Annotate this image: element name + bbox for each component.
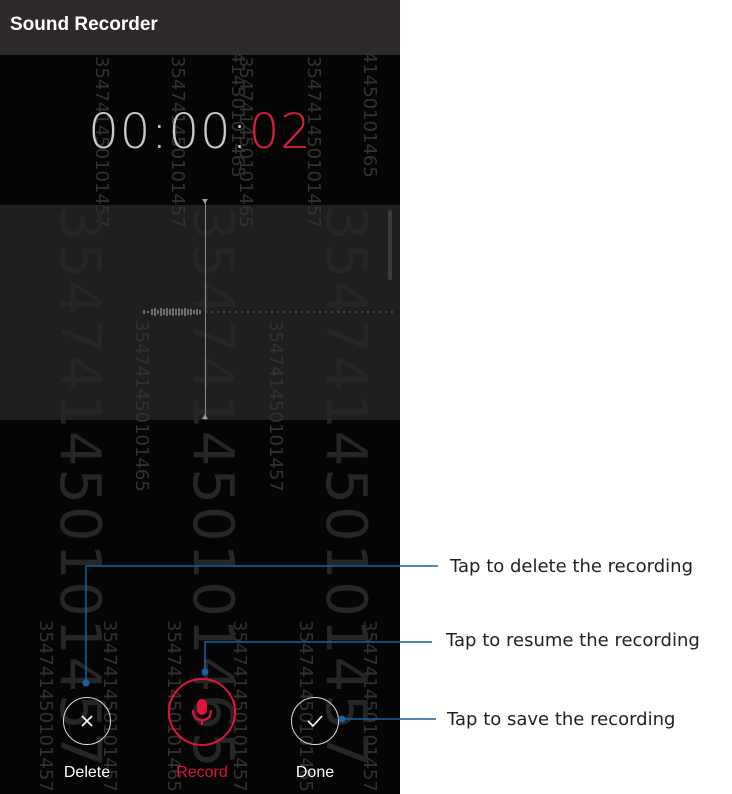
watermark-text: 354741450101457 bbox=[265, 320, 286, 492]
elapsed-time-seconds: 02 bbox=[248, 104, 312, 160]
close-icon bbox=[81, 715, 93, 727]
check-icon bbox=[307, 715, 323, 728]
record-label[interactable]: Record bbox=[157, 764, 247, 782]
delete-button[interactable] bbox=[63, 697, 111, 745]
phone-screen: Sound Recorder 354741450101457 354741450… bbox=[0, 0, 400, 794]
callout-delete-text: Tap to delete the recording bbox=[450, 556, 694, 577]
scrollbar[interactable] bbox=[388, 210, 392, 280]
playhead-bottom-marker bbox=[202, 414, 208, 419]
microphone-icon bbox=[191, 699, 213, 725]
watermark-text: 354741450101465 bbox=[131, 320, 152, 492]
watermark-text: 354741450101457 bbox=[47, 205, 112, 770]
app-title: Sound Recorder bbox=[10, 14, 158, 35]
done-label[interactable]: Done bbox=[270, 764, 360, 782]
elapsed-time-main: 00:00: bbox=[88, 104, 249, 160]
callout-resume-text: Tap to resume the recording bbox=[446, 630, 700, 651]
watermark-text: 354741450101457 bbox=[313, 205, 378, 770]
done-button[interactable] bbox=[291, 697, 339, 745]
elapsed-time: 00:00:02 bbox=[0, 104, 400, 160]
waveform bbox=[143, 308, 393, 316]
record-button[interactable] bbox=[168, 678, 236, 746]
callout-save-text: Tap to save the recording bbox=[447, 709, 676, 730]
delete-label[interactable]: Delete bbox=[42, 764, 132, 782]
app-bar: Sound Recorder bbox=[0, 0, 400, 55]
